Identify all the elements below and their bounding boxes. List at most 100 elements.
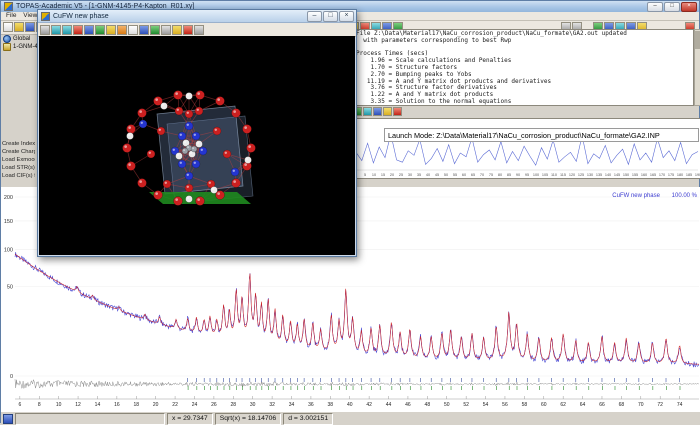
snapshot-icon[interactable] (161, 25, 171, 35)
polyhedra-icon[interactable] (95, 25, 105, 35)
maximize-button[interactable]: □ (664, 2, 680, 12)
svg-text:75: 75 (489, 173, 493, 177)
svg-text:56: 56 (502, 402, 508, 408)
output-panel[interactable]: File Z:\Data\Material17\NaCu_corrosion_p… (353, 29, 694, 106)
svg-text:68: 68 (619, 402, 625, 408)
minimize-button[interactable]: – (647, 2, 663, 12)
svg-text:10: 10 (56, 402, 62, 408)
action-create-charge[interactable]: Create Charge F... (2, 148, 35, 156)
menu-view[interactable]: View (23, 12, 37, 19)
svg-text:120: 120 (569, 173, 575, 177)
rwp-best-icon[interactable] (383, 107, 392, 116)
left-action-list: Create Indexing Create Charge F... Load … (2, 140, 35, 180)
svg-text:64: 64 (580, 402, 586, 408)
distance-icon[interactable] (183, 25, 193, 35)
scrollbar-thumb[interactable] (695, 31, 700, 49)
svg-text:135: 135 (596, 173, 602, 177)
svg-text:30: 30 (250, 402, 256, 408)
svg-text:32: 32 (269, 402, 275, 408)
svg-text:40: 40 (347, 402, 353, 408)
svg-text:54: 54 (483, 402, 489, 408)
svg-text:70: 70 (638, 402, 644, 408)
action-load-exmoor[interactable]: Load Exmoor f... (2, 156, 35, 164)
menu-file[interactable]: File (6, 12, 16, 19)
status-icon (3, 414, 13, 424)
viewer-settings-icon[interactable] (194, 25, 204, 35)
svg-text:145: 145 (614, 173, 620, 177)
launch-mode-text: Launch Mode: Z:\Data\Material17\NaCu_cor… (388, 131, 660, 140)
svg-text:18: 18 (133, 402, 139, 408)
rwp-clear-icon[interactable] (393, 107, 402, 116)
svg-text:72: 72 (657, 402, 663, 408)
svg-text:62: 62 (560, 402, 566, 408)
structure-viewer-window[interactable]: CuFW new phase – □ × (37, 9, 357, 257)
child-title-bar[interactable]: CuFW new phase – □ × (38, 10, 356, 23)
rwp-zoom-icon[interactable] (363, 107, 372, 116)
action-create-indexing[interactable]: Create Indexing (2, 140, 35, 148)
svg-text:52: 52 (463, 402, 469, 408)
svg-text:20: 20 (153, 402, 159, 408)
structure-canvas[interactable] (39, 36, 355, 255)
background-icon[interactable] (128, 25, 138, 35)
svg-text:200: 200 (4, 195, 13, 201)
unit-cell-icon[interactable] (106, 25, 116, 35)
phase-percent: 100.00 % (672, 193, 697, 199)
save-icon[interactable] (25, 22, 35, 32)
svg-text:58: 58 (522, 402, 528, 408)
spin-icon[interactable] (150, 25, 160, 35)
action-load-cif[interactable]: Load CIF(s) for f... (2, 172, 35, 180)
atoms-icon[interactable] (73, 25, 83, 35)
tree-item-global[interactable]: Global (1, 35, 37, 43)
child-maximize-button[interactable]: □ (323, 11, 338, 22)
zoom-in-icon[interactable] (51, 25, 61, 35)
svg-text:16: 16 (114, 402, 120, 408)
svg-text:8: 8 (38, 402, 41, 408)
svg-text:38: 38 (328, 402, 334, 408)
child-minimize-button[interactable]: – (307, 11, 322, 22)
svg-text:12: 12 (75, 402, 81, 408)
bonds-icon[interactable] (84, 25, 94, 35)
svg-text:50: 50 (7, 285, 13, 291)
svg-text:40: 40 (426, 173, 430, 177)
svg-text:34: 34 (289, 402, 295, 408)
topas-main-window: TOPAS-Academic V5 - [1-GNM-4145-P4-Kapto… (0, 0, 700, 423)
open-file-icon[interactable] (14, 22, 24, 32)
output-scrollbar[interactable] (694, 29, 700, 106)
svg-text:180: 180 (677, 173, 683, 177)
svg-text:15: 15 (381, 173, 385, 177)
svg-text:110: 110 (551, 173, 557, 177)
svg-text:125: 125 (578, 173, 584, 177)
svg-text:45: 45 (435, 173, 439, 177)
new-file-icon[interactable] (3, 22, 13, 32)
svg-text:20: 20 (390, 173, 394, 177)
svg-text:190: 190 (695, 173, 700, 177)
svg-text:36: 36 (308, 402, 314, 408)
svg-text:150: 150 (623, 173, 629, 177)
svg-text:0: 0 (10, 374, 13, 380)
rotate-icon[interactable] (40, 25, 50, 35)
child-window-title: CuFW new phase (53, 13, 109, 20)
svg-text:100: 100 (4, 247, 13, 253)
rwp-history-icon[interactable] (373, 107, 382, 116)
viewer-toolbar (38, 23, 356, 37)
svg-text:28: 28 (231, 402, 237, 408)
zoom-out-icon[interactable] (62, 25, 72, 35)
svg-text:22: 22 (172, 402, 178, 408)
render-mode-icon[interactable] (139, 25, 149, 35)
svg-text:65: 65 (471, 173, 475, 177)
svg-text:66: 66 (599, 402, 605, 408)
axes-icon[interactable] (117, 25, 127, 35)
close-button[interactable]: × (681, 2, 697, 12)
dataset-icon (3, 43, 11, 51)
action-load-str[interactable]: Load STR(s) fro... (2, 164, 35, 172)
child-close-button[interactable]: × (339, 11, 354, 22)
svg-text:170: 170 (659, 173, 665, 177)
svg-text:100: 100 (533, 173, 539, 177)
phase-progress-label: CuFW new phase 100.00 % (612, 193, 697, 199)
tree-item-dataset[interactable]: 1-GNM-4145-P4-Kapton_R01.xy (1, 43, 37, 51)
labels-icon[interactable] (172, 25, 182, 35)
svg-text:46: 46 (405, 402, 411, 408)
svg-text:95: 95 (525, 173, 529, 177)
svg-text:115: 115 (560, 173, 566, 177)
svg-text:48: 48 (425, 402, 431, 408)
